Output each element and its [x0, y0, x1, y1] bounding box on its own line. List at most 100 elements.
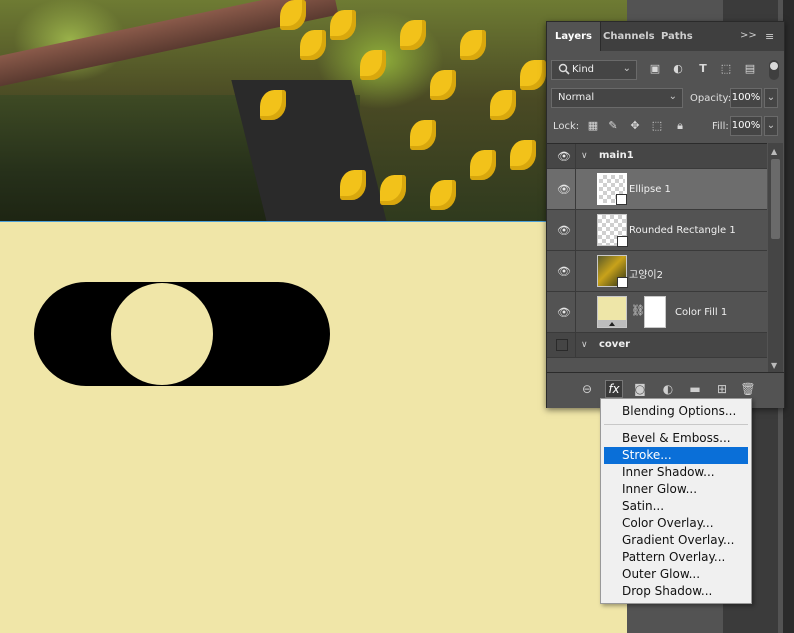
photo-leaf [360, 50, 386, 80]
photo-leaf [520, 60, 546, 90]
eye-icon[interactable]: 👁︎ [557, 306, 571, 319]
eye-icon[interactable]: 👁︎ [557, 224, 571, 237]
fill-field[interactable]: 100% [730, 116, 762, 136]
opacity-field[interactable]: 100% [730, 88, 762, 108]
smart-object-filter-icon[interactable]: ▤ [743, 62, 757, 76]
menu-item-pattern-overlay[interactable]: Pattern Overlay... [604, 549, 748, 566]
collapse-icon[interactable]: >> [740, 30, 757, 42]
panel-tabs: Layers Channels Paths >> ≡ [547, 22, 784, 51]
new-layer-icon[interactable]: ⊞ [713, 380, 731, 398]
fx-context-menu: Blending Options... Bevel & Emboss... St… [600, 398, 752, 604]
layer-row[interactable]: 👁︎ Rounded Rectangle 1 [547, 210, 767, 251]
photo-leaf [430, 180, 456, 210]
opacity-label: Opacity: [690, 93, 732, 104]
menu-separator [604, 424, 748, 425]
visibility-toggle[interactable] [556, 339, 568, 351]
fx-icon[interactable]: fx [605, 380, 623, 398]
row-divider [575, 292, 576, 332]
menu-item-blending-options[interactable]: Blending Options... [604, 403, 748, 420]
menu-item-satin[interactable]: Satin... [604, 498, 748, 515]
menu-item-bevel-emboss[interactable]: Bevel & Emboss... [604, 430, 748, 447]
delete-layer-icon[interactable]: 🗑︎ [739, 380, 757, 398]
row-divider [575, 169, 576, 209]
eye-icon[interactable]: 👁︎ [557, 265, 571, 278]
layer-group-row[interactable]: ∨ cover [547, 333, 767, 358]
fill-marker [609, 322, 615, 326]
shape-filter-icon[interactable]: ⬚ [719, 62, 733, 76]
chevron-down-icon: ⌄ [622, 63, 631, 74]
lock-transparent-pixels-icon[interactable]: ▦ [586, 119, 600, 133]
shape-layer-icon [616, 194, 627, 205]
photo-leaf [400, 20, 426, 50]
menu-item-outer-glow[interactable]: Outer Glow... [604, 566, 748, 583]
link-layers-icon[interactable]: ⊖ [578, 380, 596, 398]
fill-dropdown-button[interactable]: ⌄ [764, 116, 778, 136]
eye-icon[interactable]: 👁︎ [557, 150, 571, 163]
chevron-down-icon[interactable]: ∨ [581, 340, 588, 350]
link-icon[interactable]: ⛓ [631, 304, 645, 317]
lock-position-icon[interactable]: ✥ [628, 119, 642, 133]
lock-artboard-icon[interactable]: ⬚ [650, 119, 664, 133]
photo-leaf [460, 30, 486, 60]
row-divider [575, 144, 576, 168]
menu-item-color-overlay[interactable]: Color Overlay... [604, 515, 748, 532]
menu-item-drop-shadow[interactable]: Drop Shadow... [604, 583, 748, 600]
scroll-up-icon[interactable]: ▲ [771, 147, 777, 156]
menu-item-inner-shadow[interactable]: Inner Shadow... [604, 464, 748, 481]
group-name: main1 [599, 150, 634, 161]
add-mask-icon[interactable]: ◙ [631, 380, 649, 398]
panel-menu-icon[interactable]: ≡ [765, 30, 779, 43]
blend-mode-value: Normal [558, 92, 595, 103]
search-icon [558, 63, 570, 75]
filter-toggle[interactable] [769, 60, 779, 80]
menu-item-inner-glow[interactable]: Inner Glow... [604, 481, 748, 498]
layer-thumbnail [597, 173, 627, 205]
photo-leaf [510, 140, 536, 170]
type-filter-icon[interactable]: T [696, 62, 710, 76]
photo-leaf [280, 0, 306, 30]
photo-leaf [430, 70, 456, 100]
opacity-dropdown-button[interactable]: ⌄ [764, 88, 778, 108]
lock-label: Lock: [553, 121, 580, 132]
image-filter-icon[interactable]: ▣ [648, 62, 662, 76]
layer-row[interactable]: 👁︎ Ellipse 1 [547, 169, 767, 210]
tab-layers[interactable]: Layers [547, 22, 601, 51]
blend-mode-select[interactable]: Normal ⌄ [551, 88, 683, 108]
cat-photo [0, 0, 627, 222]
layer-mask-thumbnail [644, 296, 666, 328]
new-group-icon[interactable]: ▬ [686, 380, 704, 398]
filter-kind-select[interactable]: Kind ⌄ [551, 60, 637, 80]
adjustment-layer-icon[interactable]: ◐ [659, 380, 677, 398]
layer-row[interactable]: 👁︎ 고양이2 [547, 251, 767, 292]
layer-name: 고양이2 [629, 270, 663, 281]
scroll-down-icon[interactable]: ▼ [771, 361, 777, 370]
tab-paths[interactable]: Paths [653, 22, 701, 51]
lock-image-pixels-icon[interactable]: ✎ [606, 119, 620, 133]
row-divider [575, 210, 576, 250]
document-canvas[interactable] [0, 0, 627, 633]
layer-name: Ellipse 1 [629, 184, 671, 195]
toggle-knob [111, 283, 213, 385]
photo-leaf [330, 10, 356, 40]
adjustment-filter-icon[interactable]: ◐ [671, 62, 685, 76]
layer-row[interactable]: 👁︎ ⛓ Color Fill 1 [547, 292, 767, 333]
menu-item-stroke[interactable]: Stroke... [604, 447, 748, 464]
layer-list: 👁︎ ∨ main1 👁︎ Ellipse 1 👁︎ Rounded Recta… [547, 143, 767, 373]
eye-icon[interactable]: 👁︎ [557, 183, 571, 196]
layers-scrollbar[interactable]: ▲ ▼ [768, 143, 783, 372]
layer-row[interactable] [547, 358, 767, 373]
scroll-thumb[interactable] [771, 159, 780, 239]
chevron-down-icon[interactable]: ∨ [581, 151, 588, 161]
layer-thumbnail [597, 214, 628, 247]
filter-kind-label: Kind [572, 64, 595, 75]
layer-name: Color Fill 1 [675, 307, 728, 318]
layer-group-row[interactable]: 👁︎ ∨ main1 [547, 144, 767, 169]
photo-leaf [490, 90, 516, 120]
layers-panel: Layers Channels Paths >> ≡ Kind ⌄ ▣ ◐ T … [546, 21, 785, 408]
chevron-down-icon: ⌄ [668, 91, 677, 102]
layer-thumbnail [597, 296, 627, 328]
shape-layer-icon [617, 236, 628, 247]
row-divider [575, 333, 576, 357]
menu-item-gradient-overlay[interactable]: Gradient Overlay... [604, 532, 748, 549]
lock-all-icon[interactable]: 🔒︎ [673, 119, 687, 133]
